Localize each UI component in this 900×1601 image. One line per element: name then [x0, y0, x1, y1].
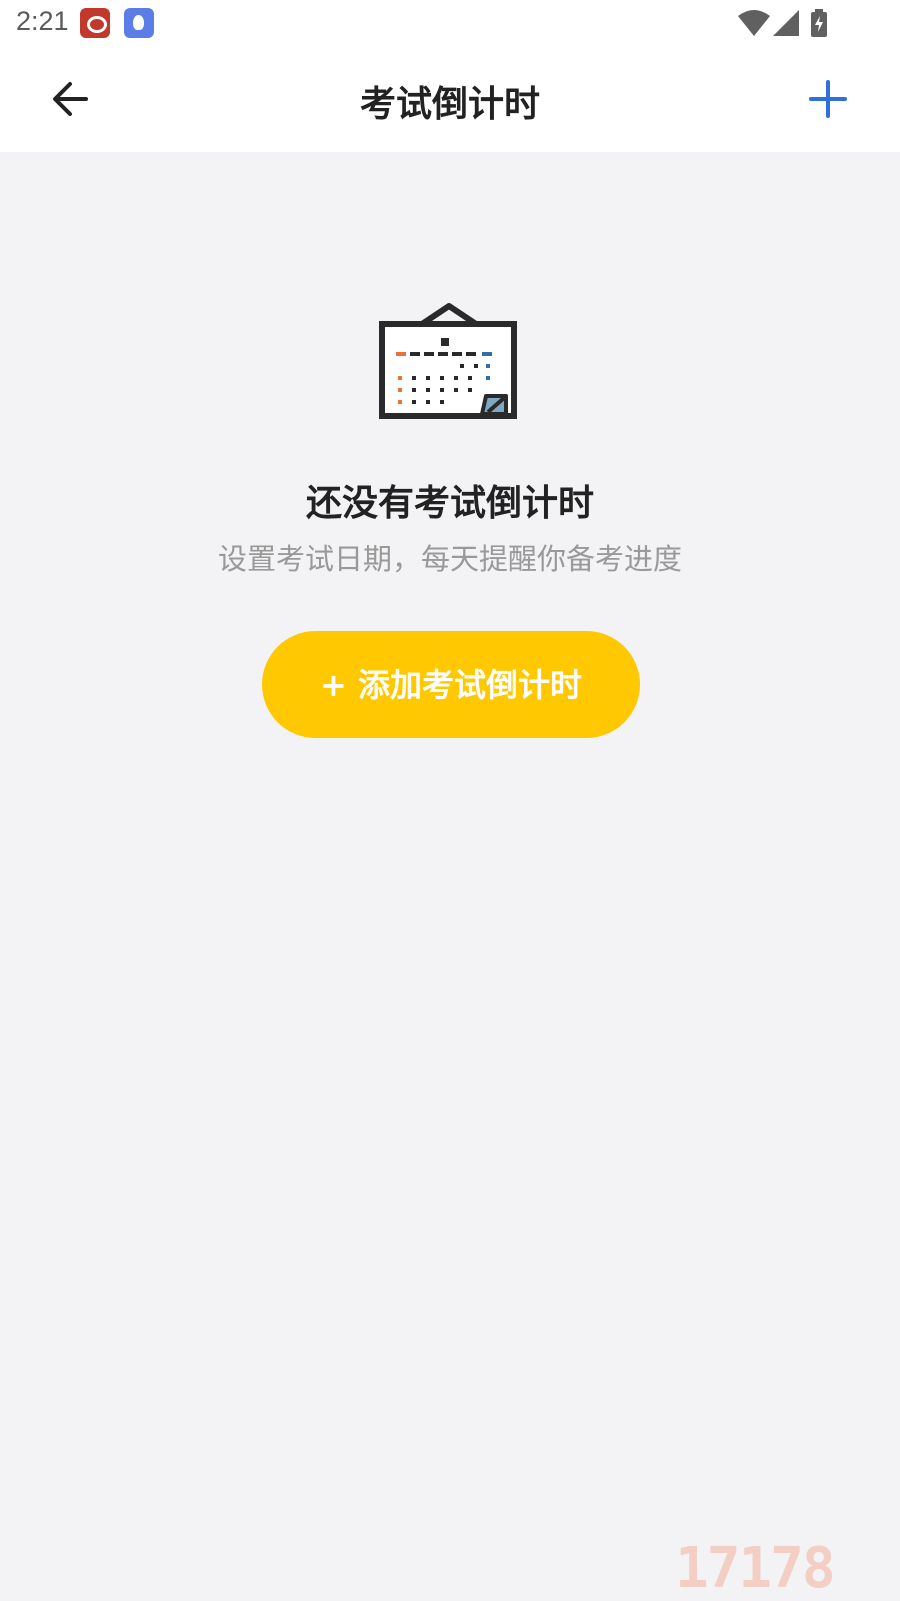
signal-icon [773, 10, 799, 36]
status-bar: 2:21 [0, 0, 900, 48]
empty-state-subtitle: 设置考试日期，每天提醒你备考进度 [217, 542, 682, 576]
app-bar: 考试倒计时 [0, 48, 900, 152]
battery-charging-icon [811, 9, 827, 37]
add-exam-countdown-button[interactable]: + 添加考试倒计时 [262, 631, 640, 738]
add-button[interactable] [805, 76, 851, 122]
watermark-logo: 17178 [675, 1536, 836, 1601]
empty-state-title: 还没有考试倒计时 [305, 483, 594, 524]
empty-state-container: 还没有考试倒计时 设置考试日期，每天提醒你备考进度 + 添加考试倒计时 [0, 152, 900, 1600]
status-time: 2:21 [16, 6, 69, 36]
bird-app-icon [124, 8, 154, 38]
wifi-icon [738, 10, 770, 36]
calendar-icon [379, 303, 517, 419]
weibo-icon [80, 8, 110, 38]
page-title: 考试倒计时 [359, 84, 540, 125]
